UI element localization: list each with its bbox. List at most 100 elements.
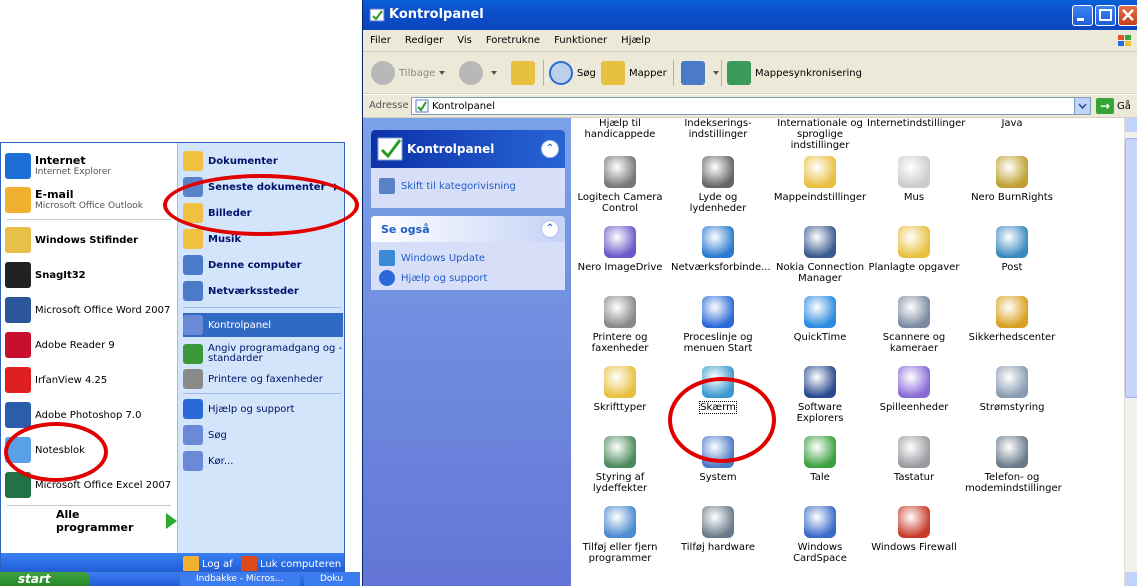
- folders-button[interactable]: Mapper: [601, 61, 667, 85]
- all-programs-button[interactable]: Alle programmer: [1, 505, 177, 537]
- windows-update-label: Windows Update: [401, 252, 486, 264]
- shutdown-button[interactable]: Luk computeren: [241, 556, 341, 571]
- control-panel-item[interactable]: Internetindstillinger: [867, 118, 965, 129]
- start-menu-right-item[interactable]: Angiv programadgang og -standarder: [183, 339, 343, 369]
- log-off-button[interactable]: Log af: [183, 556, 233, 571]
- address-dropdown-button[interactable]: [1074, 98, 1090, 114]
- address-label: Adresse: [369, 100, 409, 111]
- scroll-down-button[interactable]: [1125, 572, 1137, 586]
- control-panel-item[interactable]: Lyde og lydenheder: [671, 156, 765, 214]
- control-panel-item[interactable]: Indekserings-indstillinger: [671, 118, 765, 140]
- start-menu-right-item[interactable]: Kontrolpanel: [183, 313, 343, 337]
- control-panel-item[interactable]: Skærm: [671, 366, 765, 414]
- power-icon: [241, 556, 257, 571]
- control-panel-item[interactable]: System: [671, 436, 765, 483]
- menu-tools[interactable]: Funktioner: [547, 35, 614, 46]
- control-panel-item[interactable]: Styring af lydeffekter: [573, 436, 667, 494]
- control-panel-item[interactable]: Internationale og sproglige indstillinge…: [773, 118, 867, 151]
- title-bar[interactable]: Kontrolpanel: [363, 0, 1137, 30]
- control-panel-item[interactable]: Sikkerhedscenter: [965, 296, 1059, 343]
- control-panel-item[interactable]: Skrifttyper: [573, 366, 667, 413]
- start-button[interactable]: start: [0, 572, 90, 586]
- control-panel-item[interactable]: Printere og faxenheder: [573, 296, 667, 354]
- taskbar-button-outlook[interactable]: Indbakke - Micros...: [180, 573, 300, 586]
- control-panel-item[interactable]: Windows Firewall: [867, 506, 961, 553]
- vertical-scrollbar[interactable]: [1124, 118, 1137, 586]
- start-menu-right-item[interactable]: Dokumenter: [183, 149, 343, 173]
- control-panel-item[interactable]: Nokia Connection Manager: [773, 226, 867, 284]
- start-menu-right-item[interactable]: Musik: [183, 227, 343, 251]
- recent-program-item[interactable]: Microsoft Office Excel 2007: [1, 468, 177, 502]
- control-panel-item[interactable]: Tale: [773, 436, 867, 483]
- recent-program-item[interactable]: Notesblok: [1, 433, 177, 467]
- control-panel-item[interactable]: QuickTime: [773, 296, 867, 343]
- start-menu-right-item[interactable]: Søg: [183, 423, 343, 447]
- switch-to-category-view-link[interactable]: Skift til kategorivisning: [371, 174, 565, 198]
- recent-program-item[interactable]: Adobe Reader 9: [1, 328, 177, 362]
- collapse-icon[interactable]: ⌃: [541, 140, 559, 158]
- start-menu-right-item[interactable]: Kør...: [183, 449, 343, 473]
- menu-help[interactable]: Hjælp: [614, 35, 657, 46]
- control-panel-item[interactable]: Hjælp til handicappede: [573, 118, 667, 140]
- control-panel-item[interactable]: Post: [965, 226, 1059, 273]
- scroll-thumb[interactable]: [1125, 138, 1137, 398]
- control-panel-item[interactable]: Nero BurnRights: [965, 156, 1059, 203]
- control-panel-item-icon: [604, 296, 636, 328]
- recent-program-item[interactable]: SnagIt32: [1, 258, 177, 292]
- forward-button[interactable]: [459, 61, 497, 85]
- maximize-button[interactable]: [1095, 5, 1116, 26]
- search-button[interactable]: Søg: [549, 61, 596, 85]
- control-panel-item[interactable]: Tilføj hardware: [671, 506, 765, 553]
- control-panel-item[interactable]: Nero ImageDrive: [573, 226, 667, 273]
- minimize-button[interactable]: [1072, 5, 1093, 26]
- menu-favorites[interactable]: Foretrukne: [479, 35, 547, 46]
- start-menu-right-item[interactable]: Printere og faxenheder: [183, 367, 343, 391]
- menu-view[interactable]: Vis: [450, 35, 479, 46]
- control-panel-item[interactable]: Tastatur: [867, 436, 961, 483]
- start-menu-right-icon: [183, 425, 203, 445]
- control-panel-item[interactable]: Spilleenheder: [867, 366, 961, 413]
- go-button[interactable]: → Gå: [1096, 98, 1131, 114]
- folder-sync-button[interactable]: Mappesynkronisering: [727, 61, 862, 85]
- pinned-item[interactable]: Internet Internet Explorer: [1, 149, 177, 183]
- back-button[interactable]: Tilbage: [371, 61, 446, 85]
- recent-program-item[interactable]: Adobe Photoshop 7.0: [1, 398, 177, 432]
- start-menu-right-item[interactable]: Hjælp og support: [183, 397, 343, 421]
- task-pane: Kontrolpanel ⌃ Skift til kategorivisning…: [363, 118, 571, 586]
- taskbar-button-documents[interactable]: Doku: [304, 573, 360, 586]
- windows-update-link[interactable]: Windows Update: [371, 246, 565, 270]
- views-button[interactable]: [681, 61, 719, 85]
- close-button[interactable]: [1118, 5, 1137, 26]
- control-panel-item[interactable]: Software Explorers: [773, 366, 867, 424]
- control-panel-item[interactable]: Proceslinje og menuen Start: [671, 296, 765, 354]
- up-folder-button[interactable]: [511, 61, 539, 85]
- control-panel-item[interactable]: Tilføj eller fjern programmer: [573, 506, 667, 564]
- start-menu-right-item[interactable]: Netværkssteder: [183, 279, 343, 303]
- control-panel-item[interactable]: Strømstyring: [965, 366, 1059, 413]
- address-input[interactable]: Kontrolpanel: [411, 97, 1091, 115]
- recent-program-item[interactable]: IrfanView 4.25: [1, 363, 177, 397]
- help-support-link[interactable]: Hjælp og support: [371, 270, 565, 290]
- control-panel-item[interactable]: Windows CardSpace: [773, 506, 867, 564]
- menu-file[interactable]: Filer: [363, 35, 398, 46]
- control-panel-item[interactable]: Mappeindstillinger: [773, 156, 867, 203]
- control-panel-item[interactable]: Mus: [867, 156, 961, 203]
- see-also-header[interactable]: Se også ⌃: [371, 216, 565, 242]
- recent-program-item[interactable]: Windows Stifinder: [1, 223, 177, 257]
- start-menu-right-item[interactable]: Billeder: [183, 201, 343, 225]
- start-menu-right-item[interactable]: Seneste dokumenter: [183, 175, 343, 199]
- recent-program-item[interactable]: Microsoft Office Word 2007: [1, 293, 177, 327]
- pinned-item[interactable]: E-mail Microsoft Office Outlook: [1, 183, 177, 217]
- control-panel-box-header[interactable]: Kontrolpanel ⌃: [371, 130, 565, 168]
- control-panel-item[interactable]: Telefon- og modemindstillinger: [965, 436, 1062, 494]
- control-panel-item[interactable]: Netværksforbinde...: [671, 226, 771, 273]
- pinned-item-title: E-mail: [35, 188, 74, 201]
- control-panel-item[interactable]: Logitech Camera Control: [573, 156, 667, 214]
- control-panel-item[interactable]: Scannere og kameraer: [867, 296, 961, 354]
- menu-edit[interactable]: Rediger: [398, 35, 450, 46]
- scroll-up-button[interactable]: [1125, 118, 1137, 132]
- collapse-icon[interactable]: ⌃: [541, 220, 559, 238]
- start-menu-right-item[interactable]: Denne computer: [183, 253, 343, 277]
- control-panel-item[interactable]: Java: [965, 118, 1059, 129]
- control-panel-item[interactable]: Planlagte opgaver: [867, 226, 961, 273]
